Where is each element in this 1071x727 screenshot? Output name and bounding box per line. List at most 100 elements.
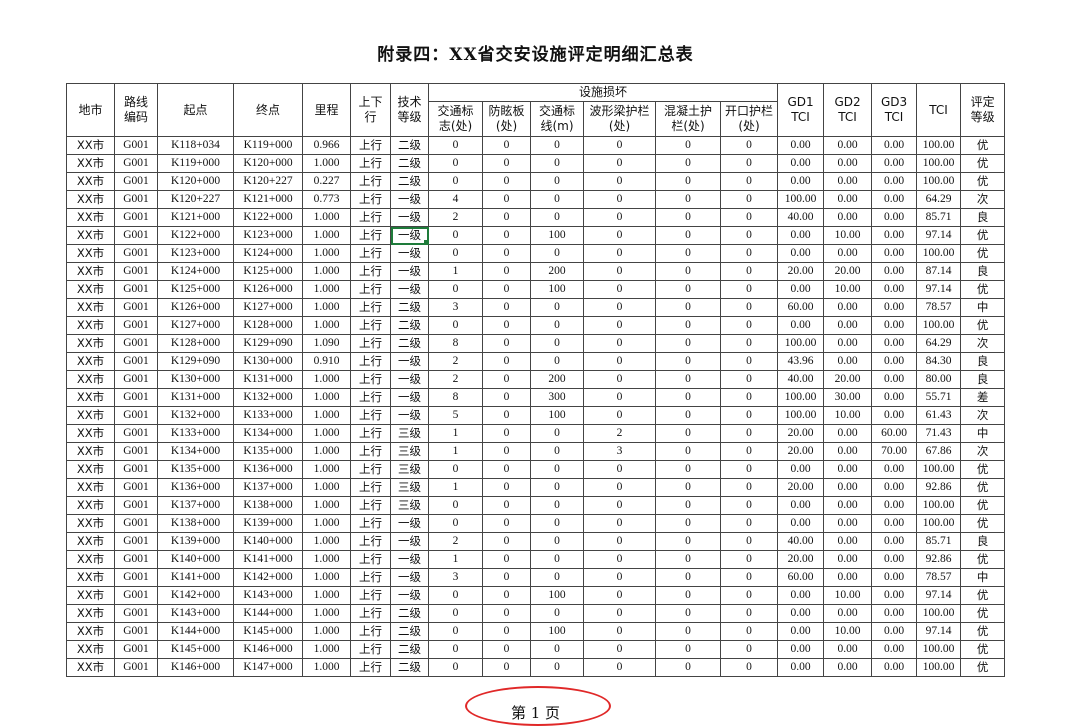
cell-marking[interactable]: 0 — [530, 514, 584, 533]
cell-mileage[interactable]: 1.000 — [302, 298, 351, 317]
cell-gd2[interactable]: 0.00 — [823, 154, 873, 173]
cell-antiglare[interactable]: 0 — [482, 604, 531, 623]
cell-grade[interactable]: 一级 — [390, 568, 429, 587]
cell-opening-guardrail[interactable]: 0 — [719, 586, 779, 605]
cell-opening-guardrail[interactable]: 0 — [719, 190, 779, 209]
cell-sign[interactable]: 0 — [428, 280, 483, 299]
cell-tci[interactable]: 67.86 — [916, 442, 962, 461]
cell-gd2[interactable]: 0.00 — [823, 172, 873, 191]
cell-end[interactable]: K142+000 — [233, 568, 303, 587]
cell-start[interactable]: K143+000 — [157, 604, 234, 623]
cell-sign[interactable]: 0 — [428, 244, 483, 263]
cell-mileage[interactable]: 1.000 — [302, 406, 351, 425]
cell-grade[interactable]: 二级 — [390, 154, 429, 173]
cell-city[interactable]: XX市 — [66, 334, 115, 353]
cell-city[interactable]: XX市 — [66, 568, 115, 587]
cell-rating[interactable]: 优 — [960, 550, 1006, 569]
cell-marking[interactable]: 100 — [530, 226, 584, 245]
cell-start[interactable]: K129+090 — [157, 352, 234, 371]
col-header-city[interactable]: 地市 — [66, 83, 115, 137]
cell-antiglare[interactable]: 0 — [482, 316, 531, 335]
cell-gd2[interactable]: 0.00 — [823, 136, 873, 155]
cell-route[interactable]: G001 — [114, 226, 158, 245]
cell-grade[interactable]: 一级 — [390, 532, 429, 551]
cell-mileage[interactable]: 1.000 — [302, 424, 351, 443]
cell-sign[interactable]: 0 — [428, 316, 483, 335]
cell-sign[interactable]: 1 — [428, 442, 483, 461]
cell-wave-guardrail[interactable]: 0 — [583, 316, 656, 335]
cell-start[interactable]: K122+000 — [157, 226, 234, 245]
cell-sign[interactable]: 0 — [428, 586, 483, 605]
cell-mileage[interactable]: 1.000 — [302, 658, 351, 677]
selected-cell[interactable]: 一级 — [390, 226, 429, 245]
cell-opening-guardrail[interactable]: 0 — [719, 352, 779, 371]
cell-mileage[interactable]: 1.000 — [302, 388, 351, 407]
cell-sign[interactable]: 1 — [428, 262, 483, 281]
cell-antiglare[interactable]: 0 — [482, 532, 531, 551]
cell-gd2[interactable]: 0.00 — [823, 316, 873, 335]
cell-mileage[interactable]: 1.000 — [302, 622, 351, 641]
cell-grade[interactable]: 二级 — [390, 640, 429, 659]
cell-mileage[interactable]: 1.000 — [302, 280, 351, 299]
cell-end[interactable]: K134+000 — [233, 424, 303, 443]
cell-tci[interactable]: 55.71 — [916, 388, 962, 407]
cell-tci[interactable]: 100.00 — [916, 460, 962, 479]
cell-end[interactable]: K140+000 — [233, 532, 303, 551]
cell-tci[interactable]: 85.71 — [916, 208, 962, 227]
cell-route[interactable]: G001 — [114, 370, 158, 389]
cell-gd2[interactable]: 30.00 — [823, 388, 873, 407]
cell-tci[interactable]: 100.00 — [916, 172, 962, 191]
cell-wave-guardrail[interactable]: 0 — [583, 190, 656, 209]
cell-opening-guardrail[interactable]: 0 — [719, 208, 779, 227]
cell-opening-guardrail[interactable]: 0 — [719, 226, 779, 245]
cell-concrete-guardrail[interactable]: 0 — [655, 478, 721, 497]
col-header-wave-guardrail[interactable]: 波形梁护栏 (处) — [583, 101, 656, 137]
cell-route[interactable]: G001 — [114, 568, 158, 587]
cell-route[interactable]: G001 — [114, 478, 158, 497]
cell-gd2[interactable]: 0.00 — [823, 460, 873, 479]
cell-antiglare[interactable]: 0 — [482, 460, 531, 479]
cell-end[interactable]: K147+000 — [233, 658, 303, 677]
cell-gd2[interactable]: 10.00 — [823, 226, 873, 245]
cell-grade[interactable]: 一级 — [390, 388, 429, 407]
cell-concrete-guardrail[interactable]: 0 — [655, 370, 721, 389]
cell-concrete-guardrail[interactable]: 0 — [655, 406, 721, 425]
cell-end[interactable]: K123+000 — [233, 226, 303, 245]
cell-tci[interactable]: 100.00 — [916, 604, 962, 623]
cell-gd2[interactable]: 0.00 — [823, 442, 873, 461]
cell-opening-guardrail[interactable]: 0 — [719, 496, 779, 515]
cell-gd2[interactable]: 0.00 — [823, 568, 873, 587]
col-header-grade[interactable]: 技术 等级 — [390, 83, 429, 137]
cell-route[interactable]: G001 — [114, 640, 158, 659]
cell-start[interactable]: K126+000 — [157, 298, 234, 317]
cell-gd1[interactable]: 60.00 — [777, 568, 825, 587]
col-header-route[interactable]: 路线 编码 — [114, 83, 158, 137]
cell-tci[interactable]: 97.14 — [916, 226, 962, 245]
cell-gd3[interactable]: 0.00 — [871, 478, 918, 497]
cell-antiglare[interactable]: 0 — [482, 244, 531, 263]
cell-gd1[interactable]: 100.00 — [777, 388, 825, 407]
cell-marking[interactable]: 0 — [530, 478, 584, 497]
cell-route[interactable]: G001 — [114, 532, 158, 551]
cell-city[interactable]: XX市 — [66, 280, 115, 299]
cell-route[interactable]: G001 — [114, 316, 158, 335]
cell-opening-guardrail[interactable]: 0 — [719, 640, 779, 659]
cell-opening-guardrail[interactable]: 0 — [719, 172, 779, 191]
cell-gd1[interactable]: 0.00 — [777, 586, 825, 605]
cell-end[interactable]: K127+000 — [233, 298, 303, 317]
cell-antiglare[interactable]: 0 — [482, 640, 531, 659]
cell-gd1[interactable]: 0.00 — [777, 226, 825, 245]
cell-gd3[interactable]: 0.00 — [871, 532, 918, 551]
cell-wave-guardrail[interactable]: 0 — [583, 532, 656, 551]
cell-city[interactable]: XX市 — [66, 640, 115, 659]
cell-sign[interactable]: 0 — [428, 658, 483, 677]
cell-tci[interactable]: 97.14 — [916, 280, 962, 299]
cell-rating[interactable]: 优 — [960, 604, 1006, 623]
cell-gd3[interactable]: 0.00 — [871, 604, 918, 623]
cell-rating[interactable]: 优 — [960, 586, 1006, 605]
cell-city[interactable]: XX市 — [66, 190, 115, 209]
cell-concrete-guardrail[interactable]: 0 — [655, 280, 721, 299]
cell-start[interactable]: K138+000 — [157, 514, 234, 533]
cell-direction[interactable]: 上行 — [350, 208, 391, 227]
cell-tci[interactable]: 84.30 — [916, 352, 962, 371]
